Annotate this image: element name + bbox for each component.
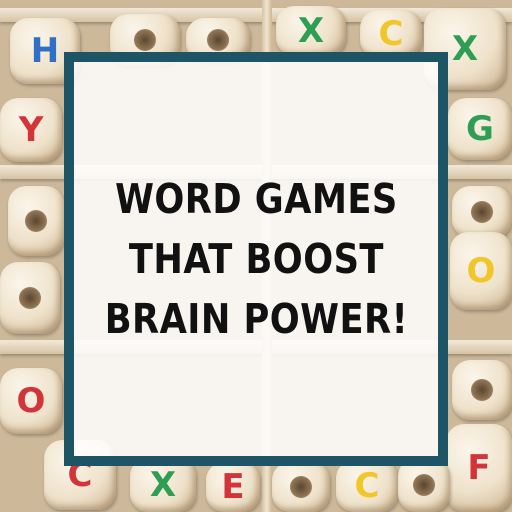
letter-bead-icon: G: [448, 98, 512, 160]
title-card: WORD GAMES THAT BOOST BRAIN POWER!: [64, 52, 448, 466]
letter-bead-icon: [452, 186, 512, 238]
headline-line-3: BRAIN POWER!: [104, 295, 408, 344]
letter-glyph-icon: C: [354, 466, 380, 506]
letter-bead-icon: O: [450, 232, 512, 310]
letter-bead-icon: [0, 262, 60, 334]
letter-glyph-icon: H: [30, 31, 60, 71]
letter-glyph-icon: X: [451, 29, 479, 69]
letter-glyph-icon: G: [466, 109, 494, 149]
letter-bead-icon: [272, 462, 330, 512]
letter-glyph-icon: X: [297, 11, 325, 51]
letter-glyph-icon: O: [16, 381, 46, 421]
letter-bead-icon: Y: [0, 98, 62, 162]
letter-glyph-icon: C: [378, 14, 404, 54]
letter-glyph-icon: F: [467, 448, 491, 488]
headline-line-1: WORD GAMES: [114, 174, 398, 223]
headline-line-2: THAT BOOST: [128, 234, 384, 283]
letter-bead-icon: [8, 186, 64, 256]
letter-glyph-icon: O: [466, 251, 496, 291]
letter-bead-icon: C: [336, 460, 398, 512]
letter-bead-icon: O: [0, 368, 62, 434]
letter-bead-icon: E: [206, 462, 260, 512]
headline: WORD GAMES THAT BOOST BRAIN POWER!: [104, 169, 407, 350]
letter-glyph-icon: Y: [18, 110, 44, 150]
letter-bead-icon: [398, 458, 450, 512]
letter-bead-icon: X: [130, 458, 196, 512]
letter-glyph-icon: X: [149, 465, 177, 505]
letter-glyph-icon: E: [221, 467, 245, 507]
letter-bead-icon: [452, 360, 512, 420]
letter-bead-icon: F: [446, 424, 512, 512]
letter-bead-icon: C: [360, 10, 422, 58]
letter-bead-icon: X: [276, 6, 346, 56]
